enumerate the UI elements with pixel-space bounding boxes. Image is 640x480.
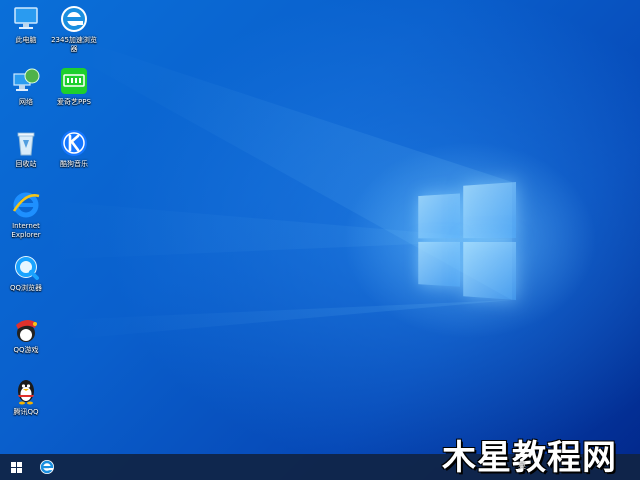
- network-icon: [11, 66, 41, 96]
- desktop-icon-computer[interactable]: 此电脑: [0, 2, 52, 62]
- logo-pane-top-right: [463, 182, 516, 239]
- watermark-text: 木星教程网: [442, 438, 617, 478]
- desktop-wallpaper: 此电脑 网络 回收站 Internet Explorer QQ浏览器 QQ游戏 …: [0, 0, 640, 480]
- browser-e-icon: [40, 460, 54, 474]
- logo-pane-bottom-right: [463, 241, 516, 300]
- start-button[interactable]: [0, 454, 32, 480]
- desktop-icon-iqiyi[interactable]: 爱奇艺PPS: [48, 64, 100, 124]
- qq-browser-icon: [11, 252, 41, 282]
- desktop-icon-label: 网络: [19, 98, 33, 106]
- iqiyi-icon: [59, 66, 89, 96]
- desktop-icon-label: 腾讯QQ: [13, 408, 39, 416]
- desktop-icon-recycle-bin[interactable]: 回收站: [0, 126, 52, 186]
- desktop-icon-kugou[interactable]: 酷狗音乐: [48, 126, 100, 186]
- watermark: 木星教程网 英: [442, 438, 638, 480]
- desktop-icon-label: Internet Explorer: [11, 222, 41, 239]
- logo-pane-top-left: [418, 193, 460, 239]
- desktop-icon-label: 此电脑: [15, 36, 37, 44]
- desktop-icon-tencent-qq[interactable]: 腾讯QQ: [0, 374, 52, 434]
- desktop-icon-label: 酷狗音乐: [60, 160, 88, 168]
- desktop-icon-2345-browser[interactable]: 2345加速浏览器: [48, 2, 100, 62]
- qq-game-icon: [11, 314, 41, 344]
- recycle-bin-icon: [11, 128, 41, 158]
- logo-pane-bottom-left: [418, 241, 460, 287]
- computer-icon: [11, 4, 41, 34]
- watermark-subtext: 英: [518, 461, 526, 470]
- desktop-icon-qq-game[interactable]: QQ游戏: [0, 312, 52, 372]
- 2345-browser-icon: [59, 4, 89, 34]
- desktop-icon-label: QQ游戏: [13, 346, 39, 354]
- desktop-icon-internet-explorer[interactable]: Internet Explorer: [0, 188, 52, 248]
- desktop-icon-label: 2345加速浏览器: [51, 36, 97, 53]
- desktop-icon-network[interactable]: 网络: [0, 64, 52, 124]
- taskbar-pinned-browser[interactable]: [34, 454, 60, 480]
- desktop-icon-label: 回收站: [15, 160, 37, 168]
- windows-logo-wallpaper: [418, 182, 516, 300]
- internet-explorer-icon: [11, 190, 41, 220]
- desktop-icon-label: QQ浏览器: [9, 284, 43, 292]
- kugou-icon: [59, 128, 89, 158]
- qq-penguin-icon: [11, 376, 41, 406]
- desktop-icon-label: 爱奇艺PPS: [57, 98, 91, 106]
- desktop-icon-qq-browser[interactable]: QQ浏览器: [0, 250, 52, 310]
